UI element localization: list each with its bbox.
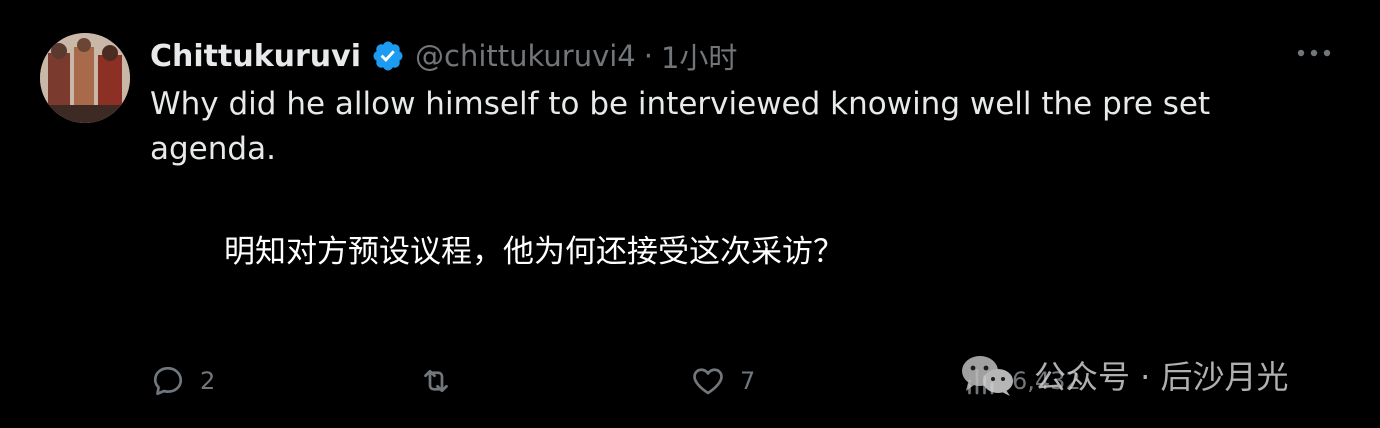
translation-text: 明知对方预设议程，他为何还接受这次采访？ — [224, 234, 844, 270]
retweet-button[interactable] — [418, 355, 468, 407]
more-dots-icon — [1297, 49, 1331, 57]
avatar-image — [40, 33, 130, 123]
display-name[interactable]: Chittukuruvi — [150, 39, 361, 74]
verified-badge-icon — [373, 41, 403, 71]
heart-icon — [693, 368, 723, 395]
tweet-text: Why did he allow himself to be interview… — [150, 86, 1211, 167]
avatar[interactable] — [40, 33, 130, 123]
reply-button[interactable]: 2 — [150, 355, 215, 407]
separator-dot: · — [643, 39, 653, 73]
watermark: 公众号 · 后沙月光 — [958, 350, 1289, 400]
user-handle[interactable]: @chittukuruvi4 — [415, 39, 636, 73]
more-options-button[interactable] — [1294, 38, 1334, 68]
retweet-icon — [424, 369, 448, 393]
like-button[interactable]: 7 — [690, 355, 755, 407]
timestamp[interactable]: 1小时 — [661, 35, 737, 77]
tweet-header: Chittukuruvi @chittukuruvi4 · 1小时 — [150, 34, 737, 78]
wechat-logo-icon — [962, 356, 1013, 396]
reply-bubble-icon — [153, 366, 183, 396]
watermark-text: 公众号 · 后沙月光 — [1034, 358, 1289, 396]
like-count: 7 — [740, 367, 756, 395]
reply-count: 2 — [200, 367, 216, 395]
